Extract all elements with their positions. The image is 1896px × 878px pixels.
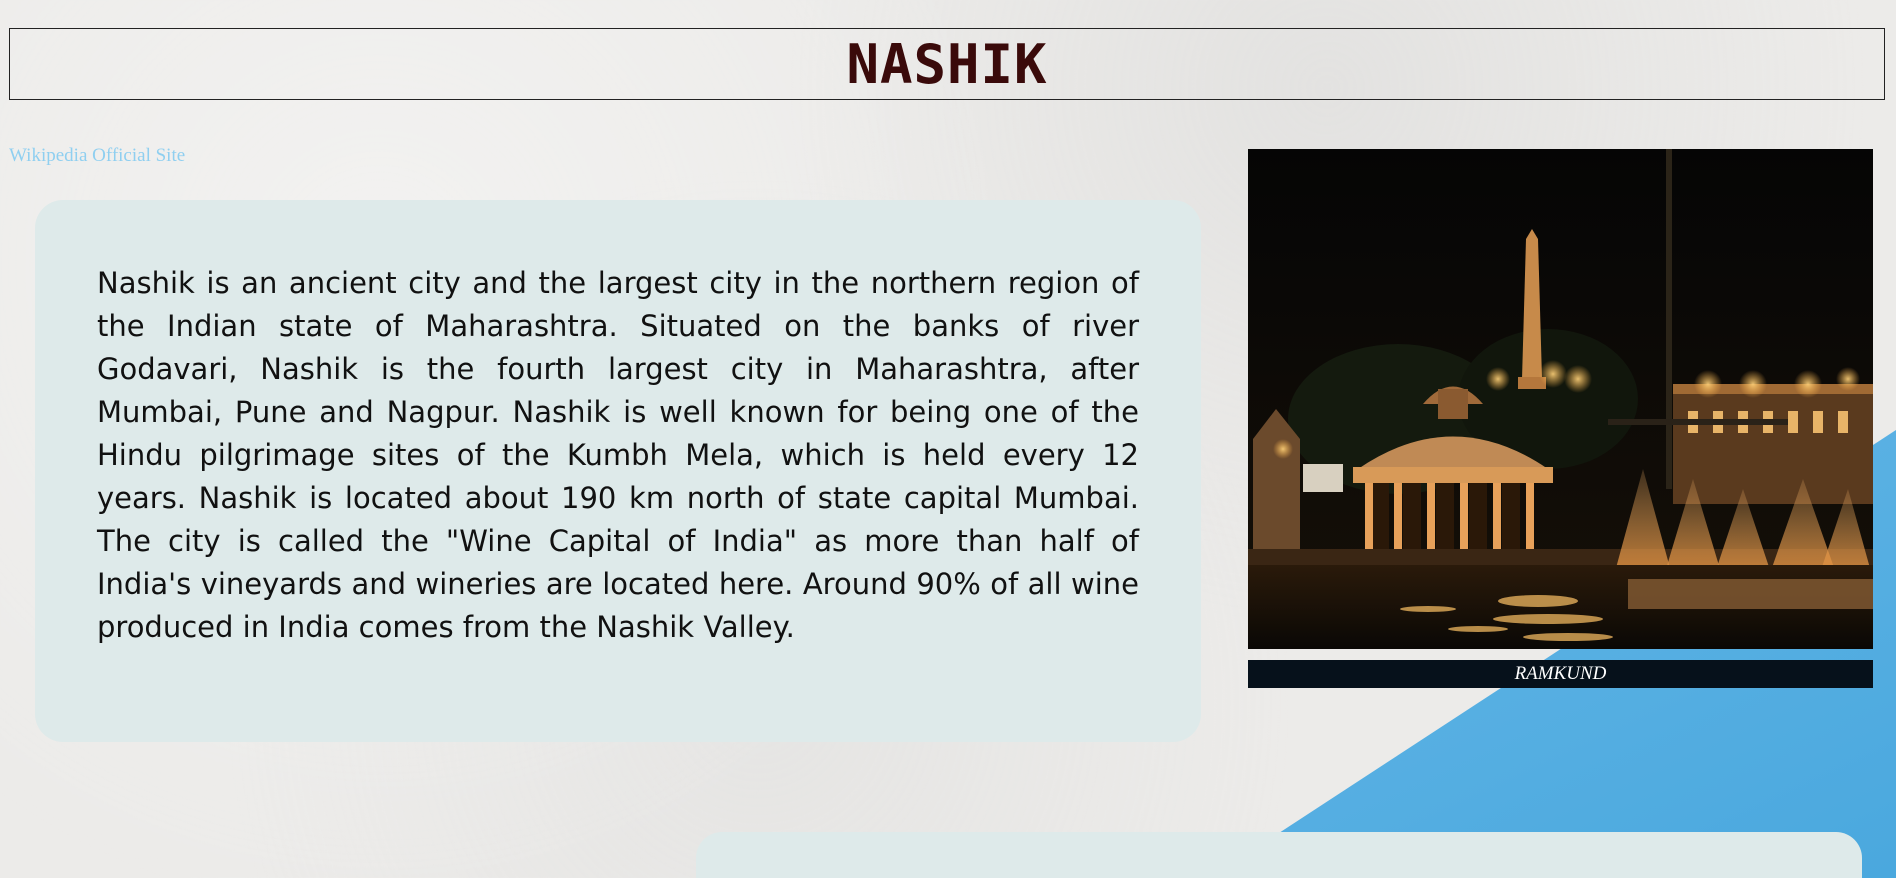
ramkund-photo-illustration [1248,149,1873,649]
photo-caption: RAMKUND [1248,660,1873,688]
wikipedia-link[interactable]: Wikipedia Official Site [9,145,185,167]
ramkund-photo [1248,149,1873,649]
description-text: Nashik is an ancient city and the larges… [97,266,1139,644]
page-header: NASHIK [9,28,1885,100]
page-title: NASHIK [846,32,1048,96]
secondary-card [696,832,1862,878]
description-card: Nashik is an ancient city and the larges… [35,200,1201,742]
